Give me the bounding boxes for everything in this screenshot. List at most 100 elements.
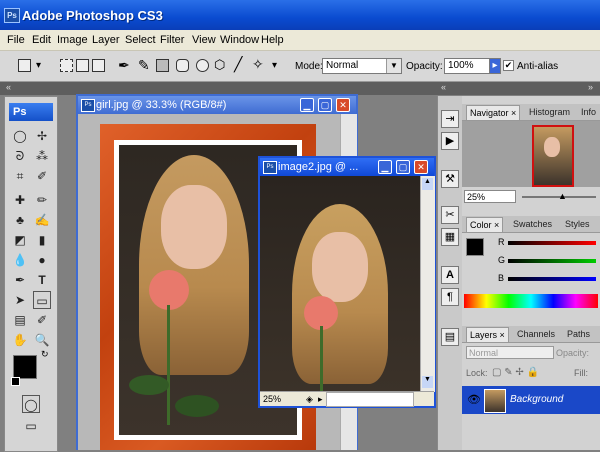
menu-file[interactable]: File xyxy=(7,34,25,46)
navigator-view-box[interactable] xyxy=(532,125,574,187)
status-info-icon[interactable]: ◈ xyxy=(306,392,313,406)
document-title-bar[interactable]: Ps girl.jpg @ 33.3% (RGB/8#) ▁ ▢ ✕ xyxy=(78,96,356,114)
lasso-tool-icon[interactable]: ᘐ xyxy=(11,147,29,165)
menu-view[interactable]: View xyxy=(192,34,216,46)
chevron-down-icon[interactable]: ▼ xyxy=(386,59,401,73)
tab-swatches[interactable]: Swatches xyxy=(510,217,555,232)
maximize-icon[interactable]: ▢ xyxy=(396,160,410,174)
eyedropper-icon[interactable]: ✐ xyxy=(33,167,51,185)
menu-edit[interactable]: Edit xyxy=(32,34,51,46)
default-colors-icon[interactable] xyxy=(11,377,20,386)
zoom-tool-icon[interactable]: 🔍 xyxy=(33,331,51,349)
menu-image[interactable]: Image xyxy=(57,34,88,46)
marquee-preset-icon[interactable] xyxy=(18,59,31,72)
eye-icon[interactable]: 👁 xyxy=(467,393,481,406)
eraser-icon[interactable]: ◩ xyxy=(11,231,29,249)
character-panel-icon[interactable]: A xyxy=(441,266,459,284)
menu-select[interactable]: Select xyxy=(125,34,156,46)
new-selection-icon[interactable] xyxy=(60,59,73,72)
layer-row-background[interactable]: 👁 Background xyxy=(462,386,600,414)
scroll-up-icon[interactable]: ▲ xyxy=(422,178,433,190)
screen-mode-icon[interactable]: ▭ xyxy=(22,417,40,435)
healing-brush-icon[interactable]: ✚ xyxy=(11,191,29,209)
type-tool-icon[interactable]: T xyxy=(33,271,51,289)
clone-stamp-icon[interactable]: ♣ xyxy=(11,211,29,229)
actions-panel-icon[interactable]: ▶ xyxy=(441,132,459,150)
brush-tool-icon[interactable]: ✏ xyxy=(33,191,51,209)
slider-handle-icon[interactable]: ▲ xyxy=(558,191,567,201)
tab-color[interactable]: Color × xyxy=(466,217,504,232)
gradient-tool-icon[interactable]: ▮ xyxy=(33,231,51,249)
history-brush-icon[interactable]: ✍ xyxy=(33,211,51,229)
clone-source-icon[interactable]: ▦ xyxy=(441,228,459,246)
layer-name[interactable]: Background xyxy=(510,394,563,405)
swap-colors-icon[interactable]: ↻ xyxy=(41,349,49,360)
minimize-icon[interactable]: ▁ xyxy=(378,160,392,174)
vertical-scrollbar[interactable]: ▲ ▼ xyxy=(420,176,435,392)
add-selection-icon[interactable] xyxy=(76,59,89,72)
document-title-bar[interactable]: Ps image2.jpg @ ... ▁ ▢ ✕ xyxy=(260,158,434,176)
tab-histogram[interactable]: Histogram xyxy=(526,105,573,120)
subtract-selection-icon[interactable] xyxy=(92,59,105,72)
notes-tool-icon[interactable]: ▤ xyxy=(11,311,29,329)
freeform-pen-icon[interactable]: ✎ xyxy=(138,57,150,74)
tab-navigator[interactable]: Navigator × xyxy=(466,105,521,120)
maximize-icon[interactable]: ▢ xyxy=(318,98,332,112)
layer-comps-icon[interactable]: ▤ xyxy=(441,328,459,346)
green-slider[interactable] xyxy=(508,259,596,263)
polygon-icon[interactable]: ⬡ xyxy=(214,57,225,73)
foreground-color-swatch[interactable] xyxy=(13,355,37,379)
history-panel-icon[interactable]: ⇥ xyxy=(441,110,459,128)
shape-tool-icon[interactable]: ▭ xyxy=(33,291,51,309)
expand-arrows-icon[interactable]: » xyxy=(588,82,593,92)
lock-icons[interactable]: ▢ ✎ ✢ 🔒 xyxy=(492,367,539,378)
hand-tool-icon[interactable]: ✋ xyxy=(11,331,29,349)
tab-info[interactable]: Info xyxy=(578,105,599,120)
red-slider[interactable] xyxy=(508,241,596,245)
pen-tool-icon[interactable]: ✒ xyxy=(118,57,130,74)
color-foreground-swatch[interactable] xyxy=(466,238,484,256)
shape-dropdown-arrow-icon[interactable]: ▾ xyxy=(272,60,277,71)
line-tool-icon[interactable]: ╱ xyxy=(234,56,242,73)
tab-paths[interactable]: Paths xyxy=(564,327,593,342)
marquee-tool-icon[interactable]: ◯ xyxy=(11,127,29,145)
document-window-image2[interactable]: Ps image2.jpg @ ... ▁ ▢ ✕ ▲ ▼ 25% ◈ ▸ xyxy=(258,156,436,408)
blue-slider[interactable] xyxy=(508,277,596,281)
rectangle-shape-icon[interactable] xyxy=(156,59,169,72)
tab-styles[interactable]: Styles xyxy=(562,217,593,232)
brushes-panel-icon[interactable]: ✂ xyxy=(441,206,459,224)
quick-mask-icon[interactable]: ◯ xyxy=(22,395,40,413)
navigator-zoom-field[interactable]: 25% xyxy=(464,190,516,203)
color-spectrum-ramp[interactable] xyxy=(464,294,598,308)
opacity-arrow-icon[interactable]: ▸ xyxy=(489,58,501,74)
ellipse-icon[interactable] xyxy=(196,59,209,72)
collapse-arrows-icon[interactable]: « xyxy=(441,82,446,92)
close-icon[interactable]: ✕ xyxy=(414,160,428,174)
rounded-rect-icon[interactable] xyxy=(176,59,189,72)
move-tool-icon[interactable]: ✢ xyxy=(33,127,51,145)
collapse-arrows-icon[interactable]: « xyxy=(6,82,11,92)
eyedropper-icon[interactable]: ✐ xyxy=(33,311,51,329)
crop-tool-icon[interactable]: ⌗ xyxy=(11,167,29,185)
custom-shape-icon[interactable]: ✧ xyxy=(252,56,264,73)
blend-mode-select[interactable]: Normal xyxy=(466,346,554,359)
tab-channels[interactable]: Channels xyxy=(514,327,558,342)
zoom-level[interactable]: 25% xyxy=(263,394,281,404)
opacity-field[interactable]: 100% xyxy=(444,58,490,74)
paragraph-panel-icon[interactable]: ¶ xyxy=(441,288,459,306)
pen-tool-icon[interactable]: ✒ xyxy=(11,271,29,289)
minimize-icon[interactable]: ▁ xyxy=(300,98,314,112)
mode-select[interactable]: Normal ▼ xyxy=(322,58,402,74)
dodge-tool-icon[interactable]: ● xyxy=(33,251,51,269)
navigator-preview[interactable] xyxy=(462,121,600,187)
magic-wand-icon[interactable]: ⁂ xyxy=(33,147,51,165)
scroll-down-icon[interactable]: ▼ xyxy=(422,376,433,388)
blur-tool-icon[interactable]: 💧 xyxy=(11,251,29,269)
antialias-checkbox[interactable]: ✔ xyxy=(503,60,514,71)
menu-window[interactable]: Window xyxy=(220,34,259,46)
tool-presets-icon[interactable]: ⚒ xyxy=(441,170,459,188)
menu-layer[interactable]: Layer xyxy=(92,34,120,46)
close-icon[interactable]: ✕ xyxy=(336,98,350,112)
horizontal-scrollbar[interactable] xyxy=(326,392,414,407)
chevron-down-icon[interactable]: ▾ xyxy=(36,60,41,71)
